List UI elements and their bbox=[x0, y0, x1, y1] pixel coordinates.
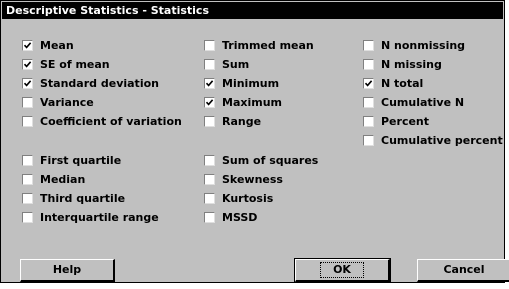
third-quartile-checkbox[interactable] bbox=[22, 193, 33, 204]
option-label: Range bbox=[222, 115, 262, 128]
percent-checkbox[interactable] bbox=[363, 116, 374, 127]
option-label: Percent bbox=[381, 115, 430, 128]
check-icon bbox=[205, 80, 214, 87]
mean-checkbox[interactable] bbox=[22, 40, 33, 51]
statistics-dialog: Descriptive Statistics - Statistics Mean… bbox=[0, 0, 509, 283]
maximum-checkbox[interactable] bbox=[204, 97, 215, 108]
kurtosis-checkbox[interactable] bbox=[204, 193, 215, 204]
variance-checkbox[interactable] bbox=[22, 97, 33, 108]
first-quartile-checkbox[interactable] bbox=[22, 155, 33, 166]
se-of-mean-checkbox[interactable] bbox=[22, 59, 33, 70]
option-label: MSSD bbox=[222, 211, 258, 224]
check-icon bbox=[23, 42, 32, 49]
option-label: Cumulative percent bbox=[381, 134, 503, 147]
minimum-checkbox[interactable] bbox=[204, 78, 215, 89]
option-label: Variance bbox=[40, 96, 94, 109]
check-icon bbox=[205, 99, 214, 106]
option-label: N total bbox=[381, 77, 424, 90]
option-label: Skewness bbox=[222, 173, 283, 186]
dialog-title: Descriptive Statistics - Statistics bbox=[2, 2, 503, 19]
option-label: Sum bbox=[222, 58, 250, 71]
cumulative-percent-checkbox[interactable] bbox=[363, 135, 374, 146]
option-label: Median bbox=[40, 173, 86, 186]
sum-of-squares-checkbox[interactable] bbox=[204, 155, 215, 166]
median-checkbox[interactable] bbox=[22, 174, 33, 185]
option-label: Mean bbox=[40, 39, 74, 52]
cancel-button[interactable]: Cancel bbox=[417, 259, 509, 282]
option-label: N nonmissing bbox=[381, 39, 466, 52]
mssd-checkbox[interactable] bbox=[204, 212, 215, 223]
option-label: Cumulative N bbox=[381, 96, 465, 109]
option-label: Maximum bbox=[222, 96, 282, 109]
option-label: Coefficient of variation bbox=[40, 115, 182, 128]
check-icon bbox=[23, 61, 32, 68]
option-label: Standard deviation bbox=[40, 77, 159, 90]
option-label: Trimmed mean bbox=[222, 39, 314, 52]
check-icon bbox=[23, 80, 32, 87]
option-label: Third quartile bbox=[40, 192, 126, 205]
cumulative-n-checkbox[interactable] bbox=[363, 97, 374, 108]
range-checkbox[interactable] bbox=[204, 116, 215, 127]
n-total-checkbox[interactable] bbox=[363, 78, 374, 89]
standard-deviation-checkbox[interactable] bbox=[22, 78, 33, 89]
help-button[interactable]: Help bbox=[20, 259, 115, 282]
check-icon bbox=[364, 80, 373, 87]
skewness-checkbox[interactable] bbox=[204, 174, 215, 185]
option-label: Minimum bbox=[222, 77, 280, 90]
ok-button-label: OK bbox=[320, 262, 364, 278]
trimmed-mean-checkbox[interactable] bbox=[204, 40, 215, 51]
option-label: Kurtosis bbox=[222, 192, 274, 205]
option-label: SE of mean bbox=[40, 58, 110, 71]
n-missing-checkbox[interactable] bbox=[363, 59, 374, 70]
option-label: N missing bbox=[381, 58, 442, 71]
ok-button[interactable]: OK bbox=[294, 258, 391, 283]
interquartile-range-checkbox[interactable] bbox=[22, 212, 33, 223]
coefficient-of-variation-checkbox[interactable] bbox=[22, 116, 33, 127]
n-nonmissing-checkbox[interactable] bbox=[363, 40, 374, 51]
option-label: Interquartile range bbox=[40, 211, 159, 224]
sum-checkbox[interactable] bbox=[204, 59, 215, 70]
option-label: Sum of squares bbox=[222, 154, 319, 167]
option-label: First quartile bbox=[40, 154, 122, 167]
